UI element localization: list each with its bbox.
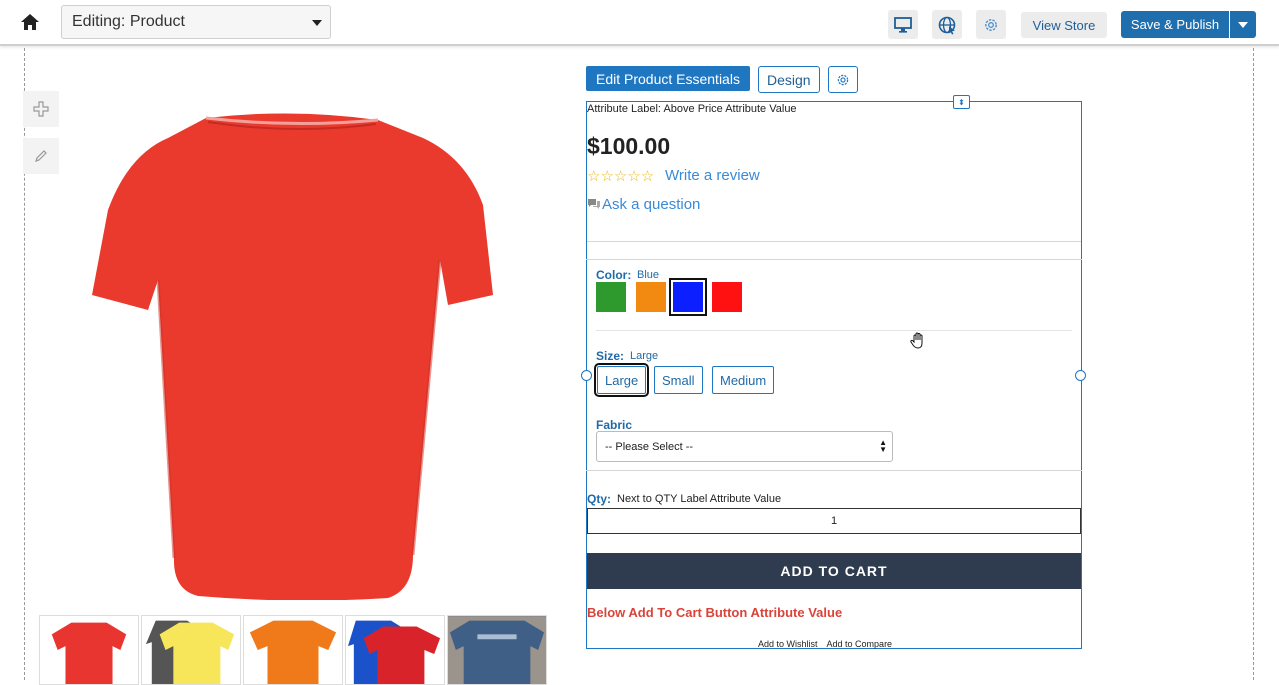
move-tool-button[interactable]	[23, 91, 59, 127]
attribute-label: Attribute Label:	[587, 103, 661, 115]
quantity-input[interactable]: 1	[587, 508, 1081, 534]
save-options-dropdown[interactable]	[1230, 11, 1256, 38]
home-icon[interactable]	[18, 10, 42, 34]
vertical-resize-handle[interactable]: ⬍	[953, 95, 970, 109]
ask-question-link[interactable]: Ask a question	[602, 196, 700, 213]
fabric-select[interactable]: -- Please Select -- ▲ ▼	[596, 431, 893, 462]
thumbnail-codepen-tshirt[interactable]	[447, 615, 547, 685]
color-label: Color:	[596, 268, 632, 282]
globe-button[interactable]	[932, 10, 962, 39]
thumbnail-blue-red-tshirt[interactable]	[345, 615, 445, 685]
design-button[interactable]: Design	[757, 66, 820, 93]
desktop-icon	[894, 16, 912, 33]
top-toolbar: Editing: Product View Store Save & Publi…	[0, 0, 1279, 46]
qty-label: Qty:	[587, 492, 611, 506]
attribute-value: Above Price Attribute Value	[663, 103, 797, 115]
add-to-wishlist-link[interactable]: Add to Wishlist	[758, 639, 818, 649]
write-review-link[interactable]: Write a review	[665, 167, 760, 184]
pencil-icon	[35, 150, 47, 162]
gear-icon	[985, 18, 997, 31]
hand-cursor-icon	[909, 331, 929, 351]
save-publish-button[interactable]: Save & Publish	[1121, 11, 1229, 38]
fabric-label: Fabric	[596, 418, 633, 432]
size-option-small[interactable]: Small	[654, 366, 703, 394]
swatch-orange[interactable]	[636, 282, 666, 312]
product-price: $100.00	[587, 133, 671, 159]
gear-icon	[837, 74, 848, 85]
fabric-select-value: -- Please Select --	[605, 441, 694, 453]
chevron-down-icon	[312, 20, 322, 26]
size-selected-value: Large	[630, 350, 659, 362]
chevron-down-icon	[1238, 22, 1248, 28]
swatch-green[interactable]	[596, 282, 626, 312]
settings-button[interactable]	[976, 10, 1006, 39]
size-option-large[interactable]: Large	[593, 363, 650, 397]
editing-page-select[interactable]: Editing: Product	[61, 5, 331, 39]
product-main-image[interactable]	[88, 110, 498, 601]
above-price-attribute: Attribute Label: Above Price Attribute V…	[587, 103, 797, 115]
swatch-blue[interactable]	[669, 278, 707, 316]
wishlist-compare-links: Add to Wishlist Add to Compare	[758, 639, 892, 649]
divider	[596, 330, 1072, 331]
thumbnail-orange-tshirt[interactable]	[243, 615, 343, 685]
thumbnail-red-tshirt[interactable]	[39, 615, 139, 685]
editing-page-label: Editing: Product	[72, 13, 185, 30]
canvas-right-guide	[1253, 48, 1254, 680]
add-to-cart-button[interactable]: ADD TO CART	[587, 553, 1081, 589]
size-option-medium[interactable]: Medium	[712, 366, 775, 394]
view-store-button[interactable]: View Store	[1021, 12, 1107, 38]
select-arrows-icon: ▲ ▼	[879, 438, 887, 454]
edit-tool-button[interactable]	[23, 138, 59, 174]
below-cart-attribute: Below Add To Cart Button Attribute Value	[587, 605, 843, 620]
star-rating: ☆☆☆☆☆	[587, 168, 655, 185]
swatch-red[interactable]	[712, 282, 742, 312]
size-label: Size:	[596, 349, 625, 363]
move-icon	[33, 101, 49, 117]
product-thumbnails	[39, 615, 547, 685]
thumbnail-yellow-tshirt[interactable]	[141, 615, 241, 685]
divider	[587, 241, 1081, 242]
globe-icon	[938, 16, 956, 34]
desktop-preview-button[interactable]	[888, 10, 918, 39]
add-to-compare-link[interactable]: Add to Compare	[827, 639, 893, 649]
module-settings-button[interactable]	[827, 66, 858, 93]
chat-bubble-icon	[587, 197, 601, 209]
edit-product-essentials-button[interactable]: Edit Product Essentials	[586, 66, 750, 91]
color-selected-value: Blue	[637, 269, 660, 281]
qty-attribute-value: Next to QTY Label Attribute Value	[617, 493, 782, 505]
module-edit-toolbar: Edit Product Essentials Design	[586, 66, 858, 93]
